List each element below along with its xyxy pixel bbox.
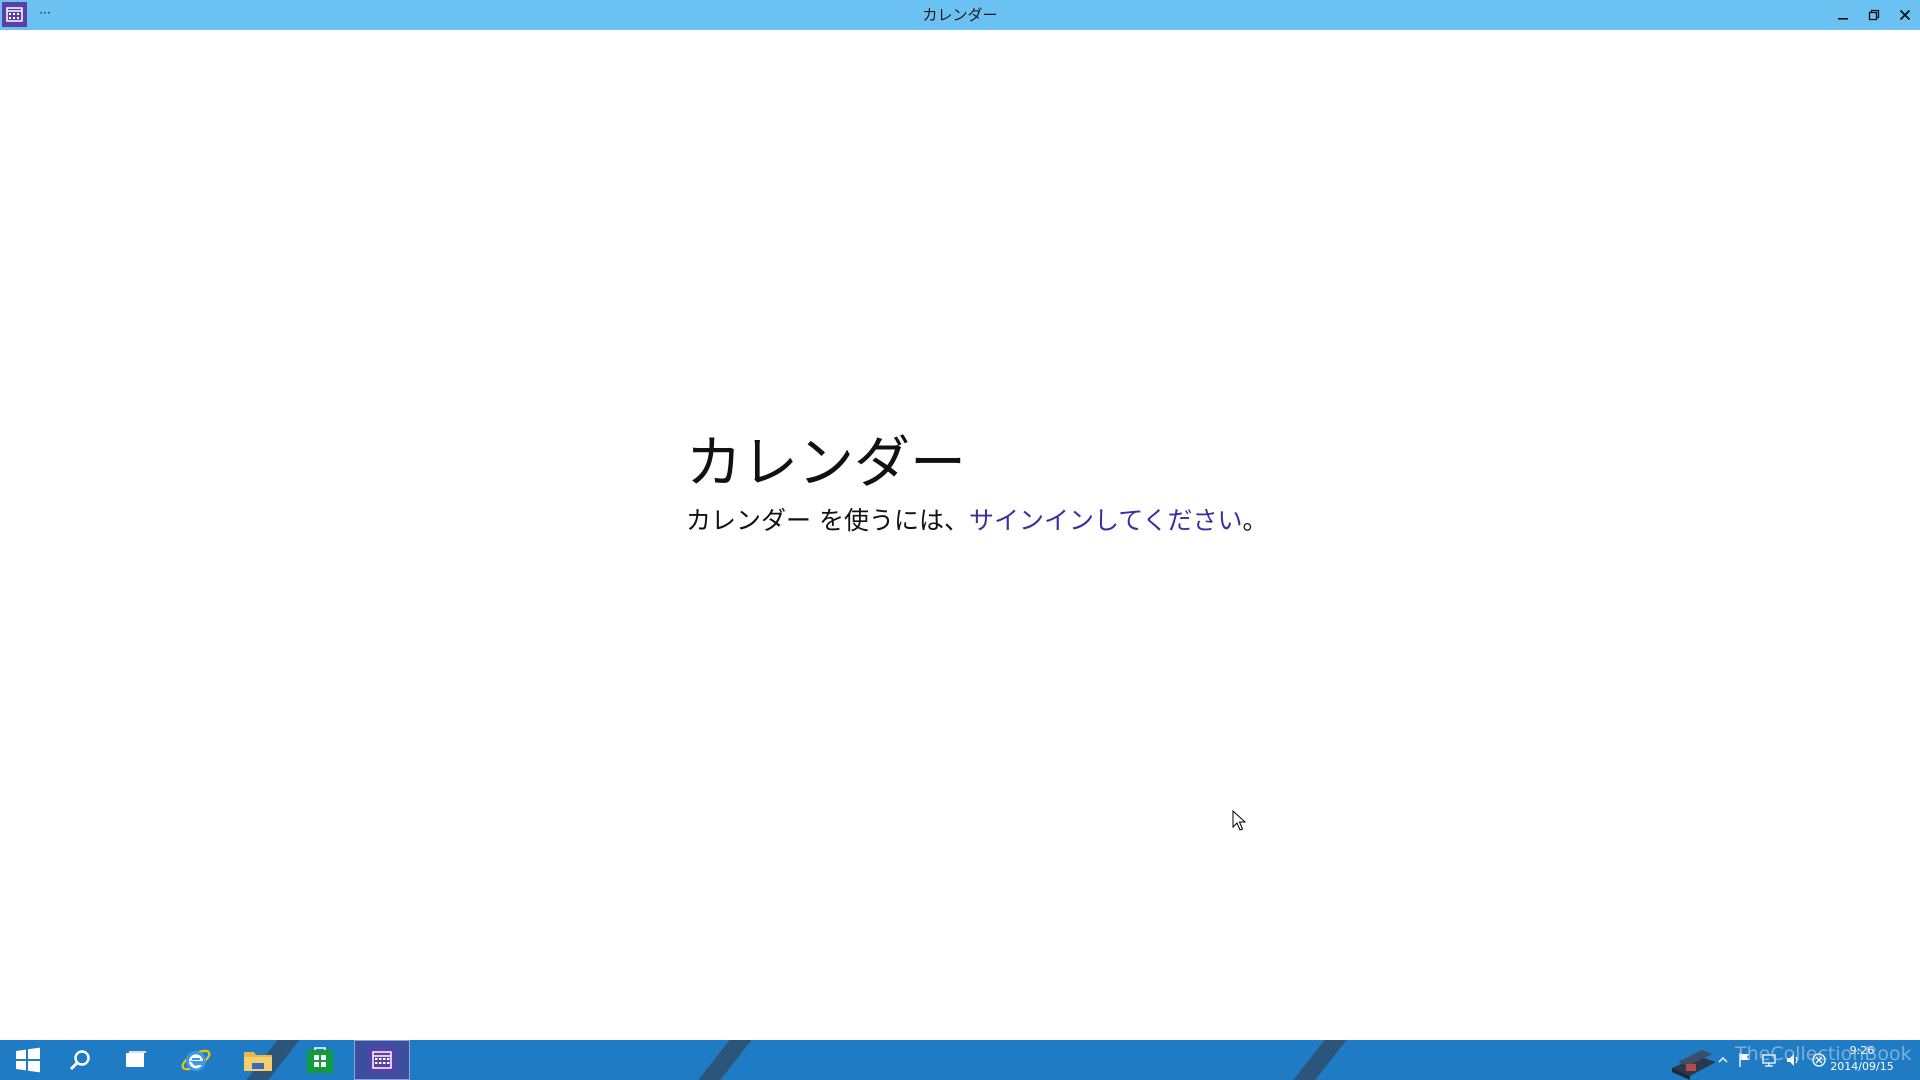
network-button[interactable] xyxy=(1760,1048,1778,1072)
file-explorer-button[interactable] xyxy=(230,1040,286,1080)
action-center-button[interactable] xyxy=(1736,1048,1754,1072)
taskbar: 9:26 2014/09/15 xyxy=(0,1040,1920,1080)
minimize-icon xyxy=(1837,18,1848,20)
calendar-app-icon xyxy=(369,1047,395,1073)
window-controls xyxy=(1827,0,1920,30)
app-content xyxy=(0,30,1920,1040)
restore-button[interactable] xyxy=(1858,0,1889,30)
taskbar-clock[interactable]: 9:26 2014/09/15 xyxy=(1822,1043,1902,1077)
search-button[interactable] xyxy=(52,1040,108,1080)
start-windows-icon xyxy=(16,1047,40,1073)
start-button[interactable] xyxy=(0,1040,56,1080)
close-icon xyxy=(1899,9,1910,21)
volume-button[interactable] xyxy=(1784,1048,1802,1072)
taskbar-decoration xyxy=(682,1040,760,1080)
store-button[interactable] xyxy=(292,1040,348,1080)
mouse-cursor-icon xyxy=(1232,810,1246,831)
internet-explorer-icon xyxy=(181,1049,211,1071)
signin-suffix: 。 xyxy=(1242,506,1268,535)
restore-icon xyxy=(1868,9,1879,21)
close-button[interactable] xyxy=(1889,0,1920,30)
window-title: カレンダー xyxy=(922,6,998,24)
speaker-icon xyxy=(1787,1054,1798,1066)
page-title: カレンダー xyxy=(686,431,966,496)
minimize-button[interactable] xyxy=(1827,0,1858,30)
taskbar-decoration xyxy=(1277,1040,1355,1080)
file-explorer-icon xyxy=(244,1052,272,1071)
search-icon xyxy=(69,1050,90,1071)
signin-prefix: カレンダー を使うには、 xyxy=(686,506,969,535)
calendar-taskbar-button[interactable] xyxy=(354,1040,410,1080)
clock-date: 2014/09/15 xyxy=(1830,1060,1894,1073)
signin-link[interactable]: サインインしてください xyxy=(969,506,1243,535)
book-logo-icon xyxy=(1668,1042,1720,1080)
clock-time: 9:26 xyxy=(1849,1044,1875,1057)
calendar-app-icon[interactable] xyxy=(2,2,27,27)
task-view-button[interactable] xyxy=(108,1040,164,1080)
flag-icon xyxy=(1739,1053,1749,1067)
store-icon xyxy=(307,1047,333,1073)
signin-message: カレンダー を使うには、サインインしてください。 xyxy=(686,508,1267,533)
task-view-icon xyxy=(126,1051,146,1067)
chevron-up-icon xyxy=(1718,1057,1728,1063)
internet-explorer-button[interactable] xyxy=(168,1040,224,1080)
screen: ··· カレンダー カレンダー カレンダー を使うには、サインインしてください。 xyxy=(0,0,1920,1080)
title-bar[interactable]: ··· カレンダー xyxy=(0,0,1920,30)
network-icon xyxy=(1762,1054,1776,1067)
show-hidden-icons-button[interactable] xyxy=(1716,1048,1730,1072)
app-menu-button[interactable]: ··· xyxy=(38,3,52,23)
